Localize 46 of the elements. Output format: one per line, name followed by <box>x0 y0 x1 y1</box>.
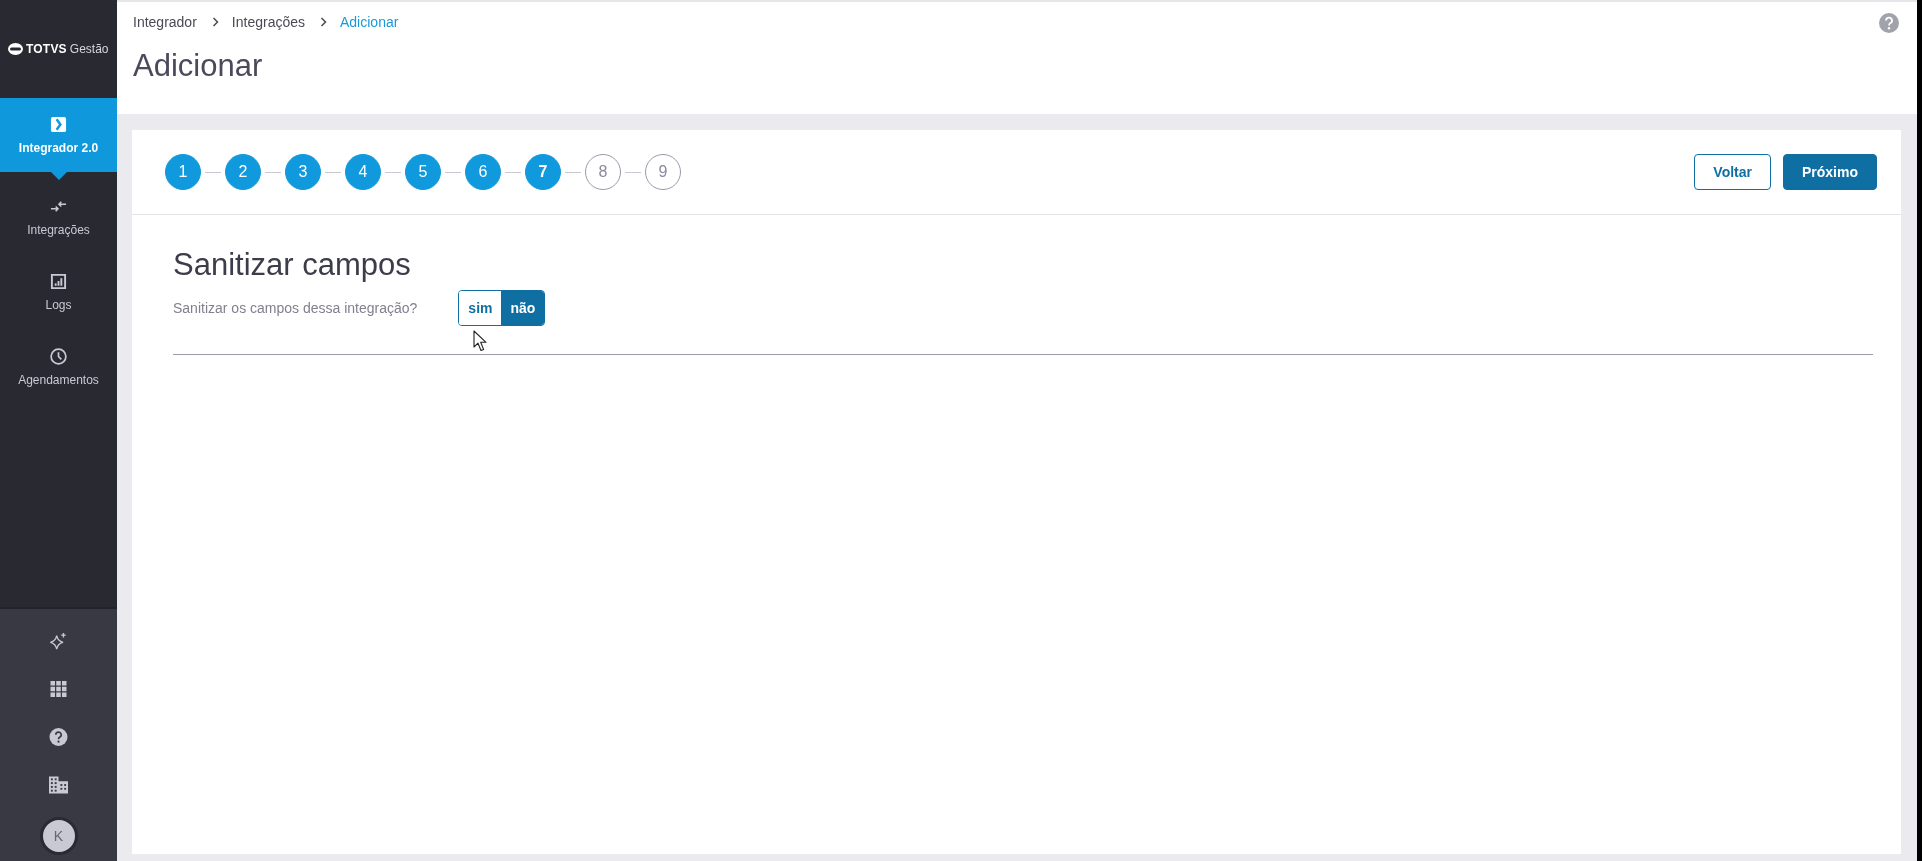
user-avatar[interactable]: K <box>39 817 78 855</box>
brand-name: TOTVS <box>26 42 67 56</box>
step-connector <box>505 171 521 173</box>
yes-no-toggle[interactable]: sim não <box>458 290 546 326</box>
step-connector <box>625 171 641 173</box>
sidebar-item[interactable]: Integrador 2.0 <box>0 98 117 172</box>
building-icon[interactable] <box>49 776 68 794</box>
step-connector <box>565 171 581 173</box>
sidebar-item[interactable]: Agendamentos <box>0 330 117 405</box>
step-circle: 1 <box>165 154 201 190</box>
step-circle: 6 <box>465 154 501 190</box>
step-connector <box>265 171 281 173</box>
integrator-app-icon <box>50 115 67 133</box>
step-circle: 2 <box>225 154 261 190</box>
pointer-icon <box>50 172 67 180</box>
step-circle: 4 <box>345 154 381 190</box>
breadcrumb-link[interactable]: Integrações <box>231 14 305 30</box>
question-label: Sanitizar os campos dessa integração? <box>173 300 418 316</box>
step-circle: 7 <box>525 154 561 190</box>
step-connector <box>205 171 221 173</box>
sidebar-item[interactable]: Integrações <box>0 180 117 255</box>
sparkle-icon[interactable] <box>49 632 68 650</box>
step-circle: 9 <box>645 154 681 190</box>
toggle-option[interactable]: não <box>501 291 545 325</box>
chevron-right-icon <box>211 17 219 27</box>
mouse-cursor-icon <box>473 330 488 352</box>
breadcrumb-link[interactable]: Integrador <box>133 14 197 30</box>
clock-icon <box>50 348 67 365</box>
product-name: Gestão <box>69 42 109 56</box>
help-icon[interactable] <box>49 728 68 746</box>
step-connector <box>385 171 401 173</box>
step-circle: 8 <box>585 154 621 190</box>
step-circle: 3 <box>285 154 321 190</box>
page-title: Adicionar <box>133 48 264 84</box>
back-button[interactable]: Voltar <box>1694 154 1771 190</box>
sidebar-item[interactable]: Logs <box>0 255 117 330</box>
grid-icon[interactable] <box>49 680 68 698</box>
chevron-right-icon <box>320 17 327 27</box>
breadcrumb-link[interactable]: Adicionar <box>340 14 399 30</box>
logo-icon <box>8 43 23 55</box>
next-button[interactable]: Próximo <box>1783 154 1877 190</box>
section-title: Sanitizar campos <box>173 247 412 283</box>
chart-icon <box>50 273 67 290</box>
step-connector <box>445 171 461 173</box>
step-circle: 5 <box>405 154 441 190</box>
step-connector <box>325 171 341 173</box>
